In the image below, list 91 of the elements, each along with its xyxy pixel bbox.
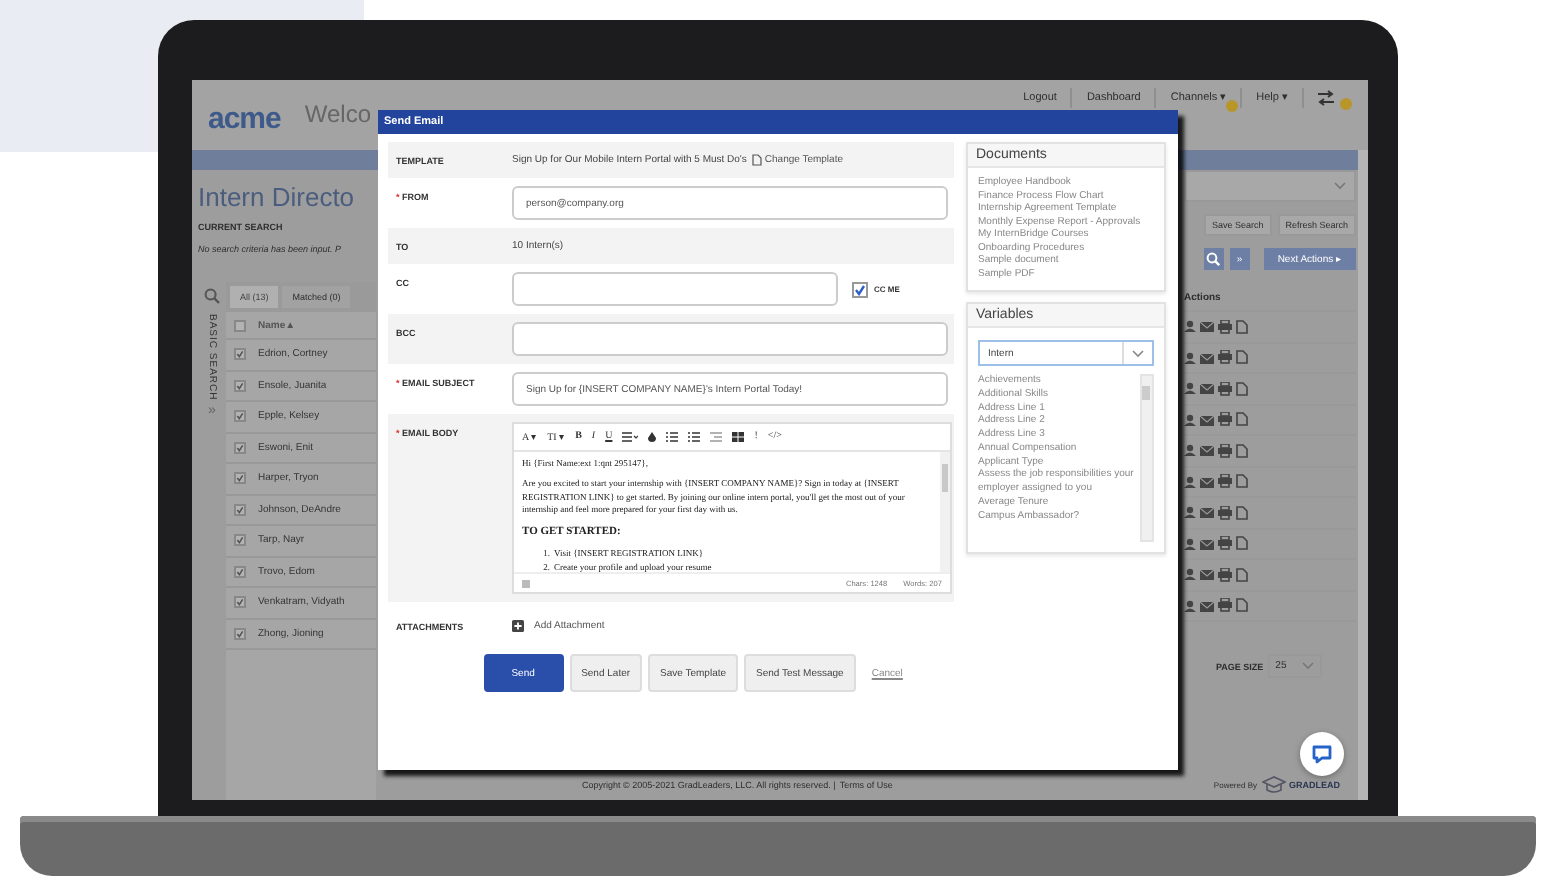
- person-icon: [1184, 413, 1196, 426]
- document-icon: [1236, 567, 1248, 582]
- document-icon: [1236, 412, 1248, 427]
- person-icon: [1184, 568, 1196, 581]
- envelope-icon: [1200, 537, 1214, 550]
- document-icon: [1236, 381, 1248, 396]
- person-icon: [1184, 537, 1196, 550]
- chevron-down-icon: [1334, 182, 1346, 190]
- bullet-list-icon: [688, 432, 701, 442]
- document-icon: [1236, 536, 1248, 551]
- checkbox[interactable]: [234, 627, 246, 640]
- person-icon: [1184, 382, 1196, 395]
- search-icon: [204, 288, 220, 304]
- check-icon: [236, 596, 244, 609]
- chevron-down-icon: [1302, 662, 1315, 670]
- search-button[interactable]: [1203, 248, 1224, 270]
- checkbox[interactable]: [234, 503, 246, 516]
- printer-icon: [1218, 412, 1232, 427]
- search-icon: [1206, 252, 1221, 266]
- envelope-icon: [1200, 382, 1214, 395]
- check-icon: [236, 348, 244, 361]
- document-icon: [1236, 598, 1248, 613]
- check-icon: [236, 565, 244, 578]
- color-drop-icon: [648, 432, 657, 442]
- indent-icon: [710, 432, 723, 442]
- person-icon: [1184, 506, 1196, 519]
- envelope-icon: [1200, 568, 1214, 581]
- checkbox[interactable]: [234, 410, 246, 423]
- checkbox[interactable]: [234, 472, 246, 485]
- checkbox[interactable]: [234, 441, 246, 454]
- printer-icon: [1218, 474, 1232, 489]
- person-icon: [1184, 351, 1196, 364]
- scrollbar[interactable]: [1358, 150, 1368, 800]
- scrollbar[interactable]: [940, 452, 950, 572]
- envelope-icon: [1200, 506, 1214, 519]
- chat-button[interactable]: [1300, 732, 1344, 776]
- printer-icon: [1218, 598, 1232, 613]
- document-icon: [1236, 350, 1248, 365]
- envelope-icon: [1200, 351, 1214, 364]
- person-icon: [1184, 320, 1196, 333]
- document-icon: [752, 154, 763, 166]
- checkbox[interactable]: [234, 596, 246, 609]
- printer-icon: [1218, 381, 1232, 396]
- document-icon: [1236, 443, 1248, 458]
- person-icon: [1184, 444, 1196, 457]
- envelope-icon: [1200, 444, 1214, 457]
- checkbox[interactable]: [234, 534, 246, 547]
- person-icon: [1184, 599, 1196, 612]
- logo: acme: [208, 102, 281, 136]
- check-icon: [236, 503, 244, 516]
- printer-icon: [1218, 443, 1232, 458]
- page-title: Intern Directo: [198, 182, 357, 212]
- plus-icon: [512, 620, 524, 632]
- resize-icon: [522, 579, 530, 587]
- ordered-list-icon: [666, 432, 679, 442]
- check-icon: [236, 441, 244, 454]
- check-icon: [854, 283, 866, 295]
- printer-icon: [1218, 350, 1232, 365]
- checkbox[interactable]: [852, 281, 868, 297]
- printer-icon: [1218, 567, 1232, 582]
- welcome-text: Welco: [304, 100, 371, 128]
- printer-icon: [1218, 319, 1232, 334]
- check-icon: [236, 410, 244, 423]
- checkbox[interactable]: [234, 319, 246, 331]
- checkbox[interactable]: [234, 379, 246, 392]
- check-icon: [236, 379, 244, 392]
- paragraph-format-icon: [622, 432, 639, 442]
- input-field[interactable]: [512, 322, 948, 356]
- envelope-icon: [1200, 320, 1214, 333]
- table-icon: [732, 432, 745, 442]
- chat-icon: [1312, 744, 1332, 764]
- mortarboard-icon: [1261, 776, 1285, 794]
- checkbox[interactable]: [234, 348, 246, 361]
- envelope-icon: [1200, 475, 1214, 488]
- document-icon: [1236, 474, 1248, 489]
- checkbox[interactable]: [234, 565, 246, 578]
- document-icon: [1236, 319, 1248, 334]
- check-icon: [236, 627, 244, 640]
- check-icon: [236, 534, 244, 547]
- scrollbar[interactable]: [1140, 374, 1154, 542]
- envelope-icon: [1200, 413, 1214, 426]
- check-icon: [236, 472, 244, 485]
- person-icon: [1184, 475, 1196, 488]
- printer-icon: [1218, 505, 1232, 520]
- document-icon: [1236, 505, 1248, 520]
- rich-text-editor[interactable]: [512, 422, 952, 594]
- arrows-icon: [1316, 90, 1336, 106]
- chevron-down-icon: [1132, 349, 1144, 357]
- envelope-icon: [1200, 599, 1214, 612]
- printer-icon: [1218, 536, 1232, 551]
- input-field[interactable]: [512, 272, 838, 306]
